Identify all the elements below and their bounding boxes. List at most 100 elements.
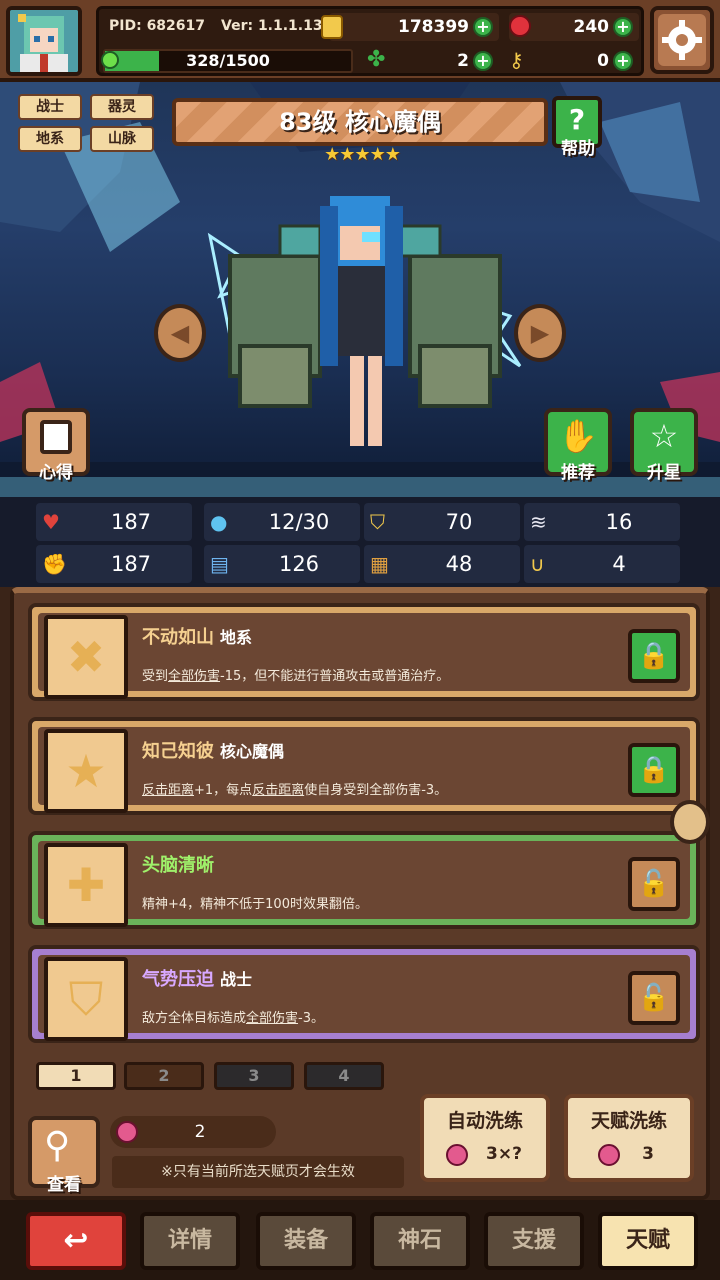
upgrade-star-label: 升星 — [647, 463, 681, 483]
unlock-button[interactable]: 🔓 — [628, 971, 680, 1025]
version-label: Ver: 1.1.1.13 — [221, 18, 323, 34]
settings-button[interactable] — [650, 6, 714, 74]
stat-cell: ▦ 48 — [364, 545, 520, 583]
lock-closed-icon: 🔒 — [637, 755, 671, 785]
stat-cell: ⛉ 70 — [364, 503, 520, 541]
exp-bar: 328/1500 — [103, 49, 353, 73]
stat-cell: ✊ 187 — [36, 545, 192, 583]
exp-icon — [101, 51, 119, 69]
exp-value: 328/1500 — [186, 51, 270, 70]
add-gold-button[interactable]: + — [473, 17, 493, 37]
talent-title-row: 知己知彼 核心魔偶 — [142, 737, 284, 763]
talent-title-row: 头脑清晰 — [142, 851, 220, 877]
talent-name: 知己知彼 — [142, 741, 214, 762]
auto-refine-button[interactable]: 自动洗练 3×? — [420, 1094, 550, 1182]
add-gem-button[interactable]: + — [613, 17, 633, 37]
talent-icon-frame: ✚ — [44, 843, 128, 927]
gold-coin-icon — [321, 15, 343, 39]
stat-value: 12/30 — [268, 510, 330, 534]
help-label: 帮助 — [561, 139, 595, 159]
talent-icon-frame: ⛉ — [44, 957, 128, 1041]
player-avatar[interactable] — [6, 6, 82, 76]
talent-card[interactable]: ★ 知己知彼 核心魔偶反击距离+1，每点反击距离使自身受到全部伤害-3。 🔒 — [28, 717, 700, 815]
next-hero-button[interactable]: ▶ — [514, 304, 566, 362]
ruby-icon — [509, 15, 531, 37]
stat-value: 187 — [110, 510, 152, 534]
nav-talent-button[interactable]: 天赋 — [598, 1212, 698, 1270]
talent-page-note: ※只有当前所选天赋页才会生效 — [112, 1156, 404, 1188]
magnifier-icon: ⚲ — [44, 1125, 71, 1166]
top-bar: PID: 682617 Ver: 1.1.1.13 328/1500 17839… — [0, 0, 720, 82]
talent-card[interactable]: ✚ 头脑清晰精神+4，精神不低于100时效果翻倍。 🔓 — [28, 831, 700, 929]
stats-panel: ♥ 187 ● 12/30 ⛉ 70 ≋ 16 ✊ 187 ▤ 126 ▦ 48 ∪ 4 — [0, 497, 720, 587]
talent-name: 头脑清晰 — [142, 855, 214, 876]
talent-name: 气势压迫 — [142, 969, 214, 990]
nav-support-button[interactable]: 支援 — [484, 1212, 584, 1270]
talent-title-row: 气势压迫 战士 — [142, 965, 252, 991]
talent-page-tab[interactable]: 1 — [36, 1062, 116, 1090]
talent-refine-button[interactable]: 天赋洗练 3 — [564, 1094, 694, 1182]
keyword-link[interactable]: 反击距离 — [252, 783, 304, 798]
view-label: 查看 — [47, 1175, 81, 1195]
lock-open-icon: 🔓 — [637, 983, 671, 1013]
stat-cell: ● 12/30 — [204, 503, 360, 541]
talent-card[interactable]: ✖ 不动如山 地系 受到全部伤害-15，但不能进行普通攻击或普通治疗。 🔒 — [28, 603, 700, 701]
talent-description: 敌方全体目标造成全部伤害-3。 — [142, 1007, 324, 1026]
lock-button[interactable]: 🔒 — [628, 629, 680, 683]
tag-race[interactable]: 器灵 — [90, 94, 154, 120]
panel-side-tab[interactable] — [670, 800, 710, 844]
description-text: 敌方全体目标造成 — [142, 1011, 247, 1026]
prev-hero-button[interactable]: ◀ — [154, 304, 206, 362]
stat-cell: ▤ 126 — [204, 545, 360, 583]
star-icon: ★ — [354, 144, 370, 165]
lock-button[interactable]: 🔒 — [628, 743, 680, 797]
stat-cell: ∪ 4 — [524, 545, 680, 583]
description-text: 精神+4，精神不低于100时效果翻倍。 — [142, 897, 368, 912]
talent-type: 地系 — [220, 628, 253, 647]
notes-label: 心得 — [39, 463, 73, 483]
potion-icon — [116, 1121, 138, 1143]
gem-value: 240 — [573, 17, 610, 37]
tag-class[interactable]: 战士 — [18, 94, 82, 120]
talent-description: 受到全部伤害-15，但不能进行普通攻击或普通治疗。 — [142, 665, 449, 684]
wing-icon: ≋ — [530, 510, 547, 534]
keyword-link[interactable]: 全部伤害 — [168, 669, 220, 684]
add-clover-button[interactable]: + — [473, 51, 493, 71]
clover-icon: ✤ — [367, 47, 386, 72]
unlock-button[interactable]: 🔓 — [628, 857, 680, 911]
talent-page-tab[interactable]: 3 — [214, 1062, 294, 1090]
talent-card-body: ⛉ 气势压迫 战士敌方全体目标造成全部伤害-3。 🔓 — [38, 955, 690, 1041]
talent-card-body: ★ 知己知彼 核心魔偶反击距离+1，每点反击距离使自身受到全部伤害-3。 🔒 — [38, 727, 690, 813]
tag-terrain[interactable]: 山脉 — [90, 126, 154, 152]
scroll-icon: ▦ — [370, 552, 389, 576]
bottom-nav: ↩ 详情 装备 神石 支援 天赋 — [0, 1200, 720, 1280]
keyword-link[interactable]: 反击距离 — [142, 783, 194, 798]
keyword-link[interactable]: 全部伤害 — [246, 1011, 298, 1026]
nav-equipment-button[interactable]: 装备 — [256, 1212, 356, 1270]
chevron-right-icon: ▶ — [530, 319, 550, 347]
potion-count: 2 — [194, 1122, 206, 1142]
stat-value: 70 — [445, 510, 473, 534]
key-icon: ⚷ — [509, 48, 524, 72]
nav-details-button[interactable]: 详情 — [140, 1212, 240, 1270]
talent-page-tab[interactable]: 4 — [304, 1062, 384, 1090]
tag-element[interactable]: 地系 — [18, 126, 82, 152]
back-button[interactable]: ↩ — [26, 1212, 126, 1270]
talent-description: 反击距离+1，每点反击距离使自身受到全部伤害-3。 — [142, 779, 447, 798]
cross-icon: ✚ — [66, 858, 106, 912]
add-key-button[interactable]: + — [613, 51, 633, 71]
star-shield-icon: ★ — [65, 744, 107, 798]
lock-closed-icon: 🔒 — [637, 641, 671, 671]
pid-label: PID: 682617 — [109, 18, 206, 34]
talent-page-tab[interactable]: 2 — [124, 1062, 204, 1090]
nav-godstone-button[interactable]: 神石 — [370, 1212, 470, 1270]
talent-card-body: ✖ 不动如山 地系 受到全部伤害-15，但不能进行普通攻击或普通治疗。 🔒 — [38, 613, 690, 699]
chevron-left-icon: ◀ — [170, 319, 190, 347]
talent-card[interactable]: ⛉ 气势压迫 战士敌方全体目标造成全部伤害-3。 🔓 — [28, 945, 700, 1043]
gold-value: 178399 — [398, 17, 469, 37]
talent-description: 精神+4，精神不低于100时效果翻倍。 — [142, 893, 368, 912]
description-text: 使自身受到全部伤害-3。 — [304, 783, 448, 798]
hero-golem-sprite[interactable] — [180, 196, 540, 476]
talent-refine-label: 天赋洗练 — [590, 1110, 667, 1132]
talent-type: 核心魔偶 — [220, 742, 285, 761]
